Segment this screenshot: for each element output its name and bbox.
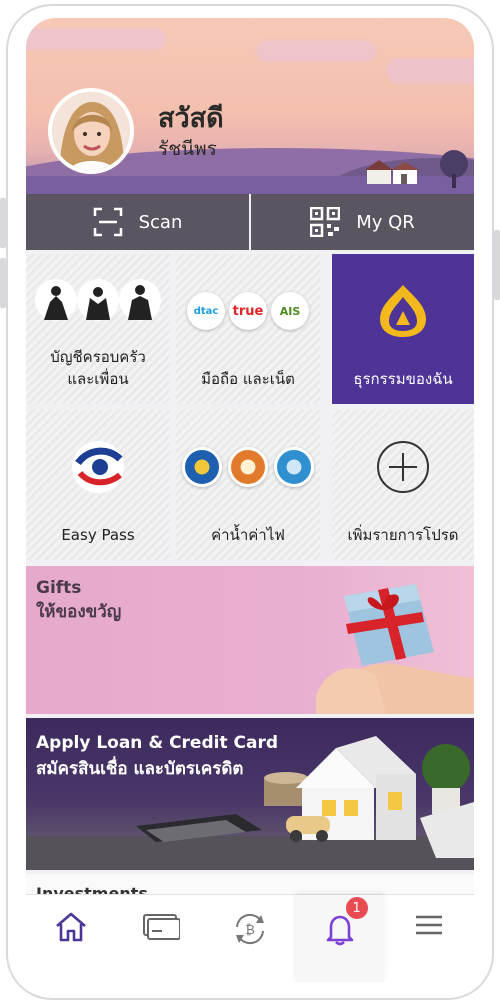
scan-icon bbox=[93, 207, 122, 237]
tile-my-transactions[interactable]: ธุรกรรมของฉัน bbox=[332, 254, 474, 404]
loan-credit-card-banner[interactable]: Apply Loan & Credit Card สมัครสินเชื่อ แล… bbox=[26, 718, 474, 870]
tile-label: Easy Pass bbox=[61, 526, 135, 544]
banner-title: Gifts ให้ของขวัญ bbox=[36, 578, 122, 622]
telco-logos: dtac true AIS bbox=[176, 254, 320, 368]
nav-cards[interactable] bbox=[116, 895, 206, 982]
avatar[interactable] bbox=[48, 88, 134, 174]
dtac-logo: dtac bbox=[187, 292, 225, 330]
nav-menu[interactable] bbox=[384, 895, 474, 982]
tile-label: บัญชีครอบครัว และเพื่อน bbox=[50, 348, 146, 388]
scan-bar: Scan My QR bbox=[26, 194, 474, 250]
tile-mobile-internet[interactable]: dtac true AIS มือถือ และเน็ต bbox=[176, 254, 320, 404]
tile-label: ธุรกรรมของฉัน bbox=[353, 370, 453, 388]
cloud-decoration bbox=[26, 28, 166, 50]
tile-family-friends[interactable]: บัญชีครอบครัว และเพื่อน bbox=[26, 254, 170, 404]
utility-logos bbox=[176, 410, 320, 524]
tile-add-favorite[interactable]: เพิ่มรายการโปรด bbox=[332, 410, 474, 560]
true-logo: true bbox=[229, 292, 267, 330]
tree-icon bbox=[440, 150, 468, 188]
home-icon bbox=[55, 912, 86, 942]
greeting-text: สวัสดี bbox=[158, 103, 224, 134]
cloud-decoration bbox=[386, 58, 474, 84]
gifts-banner[interactable]: Gifts ให้ของขวัญ bbox=[26, 566, 474, 714]
user-name: รัชนีพร bbox=[158, 138, 217, 160]
electricity-authority-logo bbox=[228, 447, 268, 487]
plus-circle-icon bbox=[332, 410, 474, 524]
app-screen: สวัสดี รัชนีพร Scan My QR บัญชีครอบครัว … bbox=[26, 18, 474, 982]
house-loan-image bbox=[26, 736, 474, 870]
tile-label: เพิ่มรายการโปรด bbox=[347, 526, 459, 544]
my-qr-label: My QR bbox=[356, 211, 415, 233]
qr-code-icon bbox=[310, 207, 341, 237]
svg-text:₿: ₿ bbox=[245, 923, 255, 938]
menu-icon bbox=[416, 915, 443, 935]
nav-home[interactable] bbox=[26, 895, 116, 982]
nav-crypto-exchange[interactable]: ₿ bbox=[205, 895, 295, 982]
house-icon bbox=[365, 160, 419, 184]
my-qr-button[interactable]: My QR bbox=[251, 194, 474, 250]
provincial-water-logo bbox=[274, 447, 314, 487]
ais-logo: AIS bbox=[271, 292, 309, 330]
card-icon bbox=[143, 914, 181, 940]
tile-label: มือถือ และเน็ต bbox=[201, 370, 295, 388]
cloud-decoration bbox=[256, 40, 376, 62]
scb-logo-icon bbox=[332, 254, 474, 368]
bottom-navigation: ₿ 1 bbox=[26, 894, 474, 982]
easy-pass-logo bbox=[26, 410, 170, 524]
user-photo bbox=[52, 92, 130, 170]
scan-button[interactable]: Scan bbox=[26, 194, 249, 250]
tile-label: ค่าน้ำค่าไฟ bbox=[211, 526, 285, 544]
water-authority-logo bbox=[182, 447, 222, 487]
notification-badge: 1 bbox=[345, 897, 368, 919]
crypto-exchange-icon: ₿ bbox=[235, 913, 264, 945]
scan-label: Scan bbox=[138, 211, 183, 233]
family-icon bbox=[26, 254, 170, 346]
side-button bbox=[494, 230, 500, 300]
profile-header: สวัสดี รัชนีพร bbox=[26, 18, 474, 194]
side-button bbox=[0, 258, 6, 308]
tile-easy-pass[interactable]: Easy Pass bbox=[26, 410, 170, 560]
gift-box-image bbox=[316, 584, 474, 714]
tile-utilities[interactable]: ค่าน้ำค่าไฟ bbox=[176, 410, 320, 560]
nav-notifications[interactable]: 1 bbox=[294, 895, 385, 982]
side-button bbox=[0, 198, 6, 248]
